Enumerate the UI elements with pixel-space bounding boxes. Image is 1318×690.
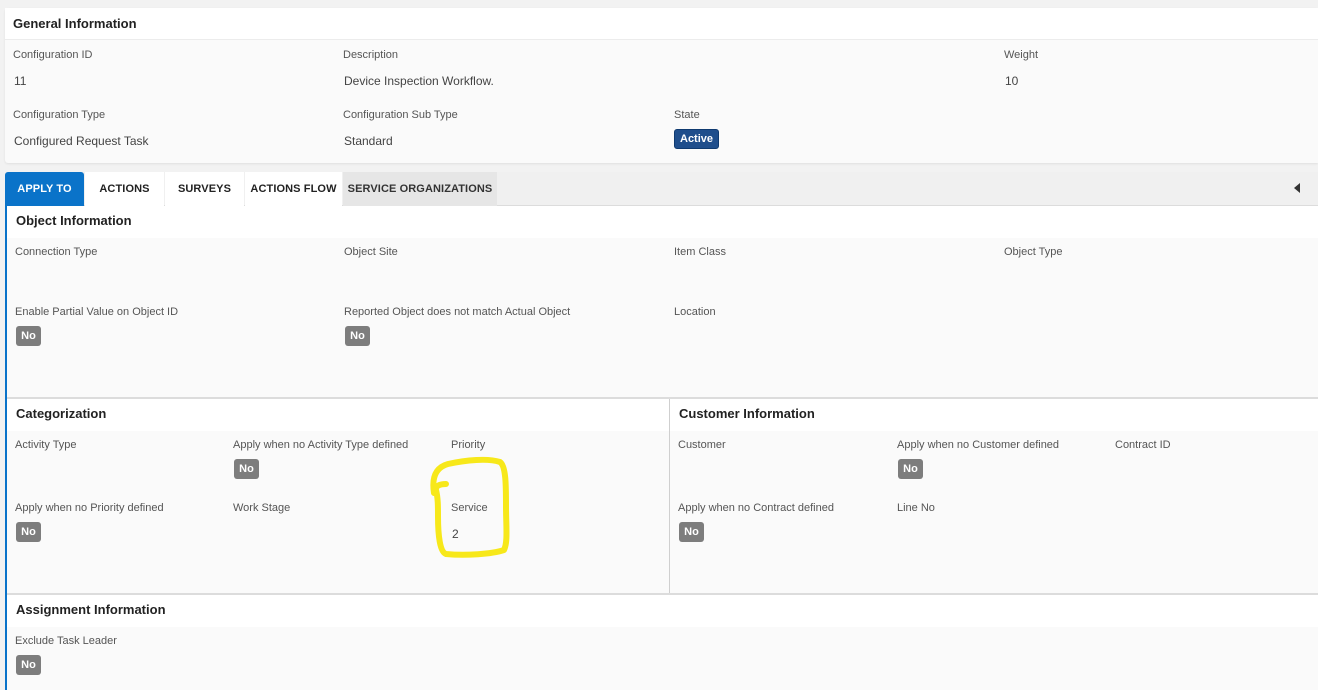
weight-label: Weight [1004, 49, 1039, 61]
configuration-type-label: Configuration Type [13, 109, 106, 121]
customer-label: Customer [678, 439, 726, 451]
location-label: Location [674, 306, 716, 318]
priority-label: Priority [451, 439, 486, 451]
exclude-task-leader-label: Exclude Task Leader [15, 635, 117, 647]
configuration-sub-type-label: Configuration Sub Type [343, 109, 458, 121]
reported-object-mismatch-toggle[interactable]: No [345, 326, 370, 346]
weight-value: 10 [1005, 74, 1019, 88]
reported-object-mismatch-label: Reported Object does not match Actual Ob… [344, 306, 571, 318]
general-information-panel: General Information Configuration ID 11 … [5, 8, 1318, 163]
object-site-label: Object Site [344, 246, 398, 258]
apply-no-contract-toggle[interactable]: No [679, 522, 704, 542]
tab-apply-to[interactable]: APPLY TO [5, 172, 84, 206]
activity-type-label: Activity Type [15, 439, 77, 451]
state-label: State [674, 109, 700, 121]
work-stage-label: Work Stage [233, 502, 291, 514]
assignment-information-title: Assignment Information [7, 595, 1318, 627]
collapse-caret-icon[interactable] [1294, 183, 1300, 193]
enable-partial-value-toggle[interactable]: No [16, 326, 41, 346]
object-type-label: Object Type [1004, 246, 1063, 258]
contract-id-label: Contract ID [1115, 439, 1171, 451]
item-class-label: Item Class [674, 246, 726, 258]
description-value: Device Inspection Workflow. [344, 74, 494, 88]
state-badge: Active [674, 129, 720, 149]
tab-bar: APPLY TO ACTIONS SURVEYS ACTIONS FLOW SE… [5, 172, 1318, 206]
apply-to-content: Object Information Connection Type Objec… [5, 206, 1318, 690]
line-no-label: Line No [897, 502, 935, 514]
tab-actions[interactable]: ACTIONS [85, 172, 164, 206]
service-value: 2 [452, 527, 459, 541]
connection-type-label: Connection Type [15, 246, 98, 258]
categorization-title: Categorization [7, 399, 669, 431]
apply-no-customer-label: Apply when no Customer defined [897, 439, 1060, 451]
enable-partial-value-label: Enable Partial Value on Object ID [15, 306, 179, 318]
apply-no-priority-label: Apply when no Priority defined [15, 502, 164, 514]
description-label: Description [343, 49, 399, 61]
apply-no-activity-type-label: Apply when no Activity Type defined [233, 439, 409, 451]
exclude-task-leader-toggle[interactable]: No [16, 655, 41, 675]
configuration-type-value: Configured Request Task [14, 134, 149, 148]
customer-information-title: Customer Information [670, 399, 1318, 431]
tab-actions-flow[interactable]: ACTIONS FLOW [245, 172, 342, 206]
tab-surveys[interactable]: SURVEYS [165, 172, 244, 206]
apply-no-priority-toggle[interactable]: No [16, 522, 41, 542]
service-label: Service [451, 502, 488, 514]
apply-no-contract-label: Apply when no Contract defined [678, 502, 834, 514]
configuration-id-label: Configuration ID [13, 49, 93, 61]
object-information-title: Object Information [7, 206, 1318, 238]
apply-no-activity-type-toggle[interactable]: No [234, 459, 259, 479]
configuration-sub-type-value: Standard [344, 134, 393, 148]
apply-no-customer-toggle[interactable]: No [898, 459, 923, 479]
configuration-id-value: 11 [14, 74, 27, 88]
general-information-title: General Information [5, 8, 1318, 40]
tab-service-organizations[interactable]: SERVICE ORGANIZATIONS [343, 172, 497, 206]
